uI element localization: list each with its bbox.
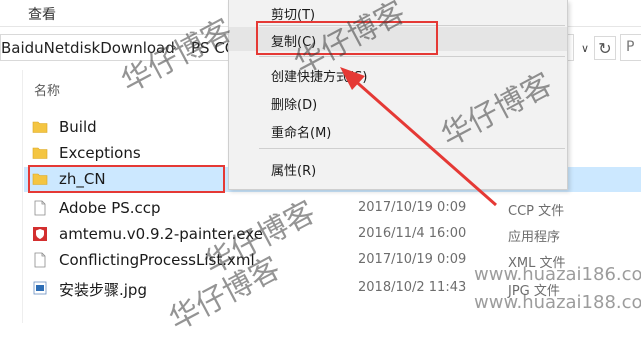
file-name: Exceptions	[59, 144, 141, 162]
file-type: 应用程序	[508, 230, 561, 245]
file-date: 2017/10/19 0:09	[358, 200, 467, 215]
app-shield-icon	[33, 227, 47, 241]
folder-icon	[32, 173, 48, 185]
refresh-icon[interactable]: ↻	[594, 36, 616, 60]
file-name: amtemu.v0.9.2-painter.exe	[59, 225, 263, 243]
file-type: XML 文件	[508, 256, 566, 271]
file-name: 安装步骤.jpg	[59, 281, 147, 299]
menu-separator	[259, 148, 565, 149]
file-name: Adobe PS.ccp	[59, 199, 161, 217]
tab-view[interactable]: 查看	[28, 4, 56, 24]
address-dropdown-icon[interactable]: ∨	[578, 38, 592, 58]
list-item[interactable]: amtemu.v0.9.2-painter.exe 2016/11/4 16:0…	[24, 222, 641, 247]
list-item[interactable]: Adobe PS.ccp 2017/10/19 0:09 CCP 文件	[24, 196, 641, 221]
file-date: 2018/10/2 11:43	[358, 280, 467, 295]
list-item[interactable]: ConflictingProcessList.xml 2017/10/19 0:…	[24, 248, 641, 273]
menu-item-delete[interactable]: 删除(D)	[229, 90, 567, 114]
file-type: JPG 文件	[508, 284, 560, 299]
image-file-icon	[33, 281, 47, 295]
navigation-pane[interactable]	[0, 70, 23, 323]
file-name: zh_CN	[59, 170, 106, 188]
menu-item-properties[interactable]: 属性(R)	[229, 156, 567, 180]
file-date: 2016/11/4 16:00	[358, 226, 467, 241]
file-icon	[34, 252, 46, 268]
menu-item-create-shortcut[interactable]: 创建快捷方式(S)	[229, 62, 567, 86]
menu-item-copy[interactable]: 复制(C)	[229, 27, 567, 51]
file-icon	[34, 200, 46, 216]
menu-item-cut[interactable]: 剪切(T)	[229, 0, 567, 24]
file-name: Build	[59, 118, 97, 136]
breadcrumb-separator[interactable]: ›	[171, 38, 177, 56]
file-type: CCP 文件	[508, 204, 565, 219]
file-date: 2017/10/19 0:09	[358, 252, 467, 267]
column-header-name[interactable]: 名称	[34, 80, 60, 99]
file-name: ConflictingProcessList.xml	[59, 251, 255, 269]
menu-separator	[259, 25, 565, 26]
folder-icon	[32, 121, 48, 133]
menu-item-rename[interactable]: 重命名(M)	[229, 118, 567, 142]
list-item[interactable]: 安装步骤.jpg 2018/10/2 11:43 JPG 文件	[24, 276, 641, 301]
search-icon: P	[626, 39, 635, 55]
search-box[interactable]: P	[620, 34, 641, 61]
context-menu: 剪切(T) 复制(C) 创建快捷方式(S) 删除(D) 重命名(M) 属性(R)	[228, 0, 568, 190]
breadcrumb-baidunetdiskdownload[interactable]: BaiduNetdiskDownload	[1, 39, 175, 57]
folder-icon	[32, 147, 48, 159]
menu-separator	[259, 56, 565, 57]
